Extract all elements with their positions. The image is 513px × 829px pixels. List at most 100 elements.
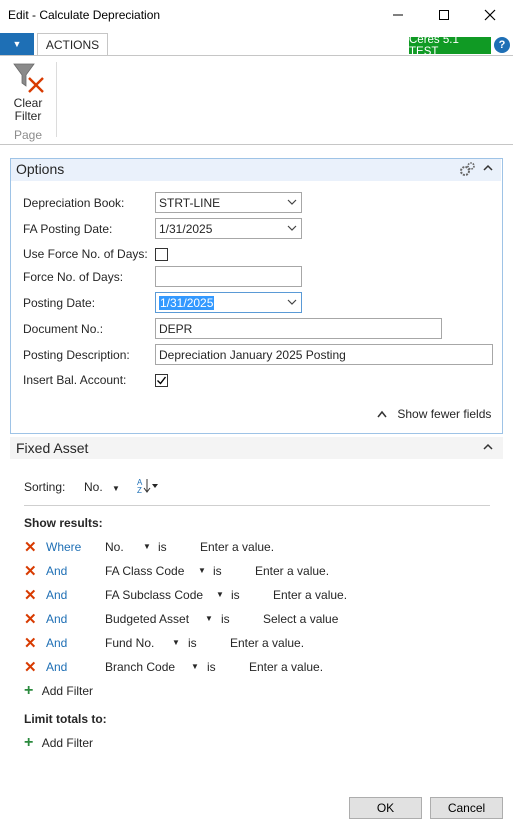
remove-filter-icon[interactable]: ✕ xyxy=(24,588,37,603)
chevron-down-icon xyxy=(287,197,297,210)
minimize-icon xyxy=(392,8,404,24)
collapse-options-icon[interactable] xyxy=(482,162,494,177)
filter-field[interactable]: Branch Code xyxy=(105,660,175,674)
sorting-label: Sorting: xyxy=(24,480,66,494)
clear-filter-label[interactable]: Clear Filter xyxy=(8,97,48,123)
posting-description-label: Posting Description: xyxy=(23,348,130,362)
fa-posting-date-label: FA Posting Date: xyxy=(23,222,113,236)
filter-operator: is xyxy=(158,540,167,554)
filter-conjunction: And xyxy=(46,588,68,602)
caret-down-icon: ▼ xyxy=(112,484,120,493)
chevron-down-icon xyxy=(287,223,297,236)
remove-filter-icon[interactable]: ✕ xyxy=(24,612,37,627)
environment-badge: Ceres 5.1 TEST xyxy=(409,34,491,58)
show-results-label: Show results: xyxy=(24,516,103,530)
filter-field[interactable]: Fund No. xyxy=(105,636,154,650)
show-fewer-fields-button[interactable]: Show fewer fields xyxy=(376,407,491,422)
filter-row: ✕ And Fund No. ▼ is Enter a value. xyxy=(24,636,494,652)
document-no-input[interactable]: DEPR xyxy=(155,318,442,339)
posting-date-label: Posting Date: xyxy=(23,296,96,310)
filter-conjunction: Where xyxy=(46,540,82,554)
ribbon-group-page: Page xyxy=(13,128,43,142)
close-button[interactable] xyxy=(467,0,513,32)
minimize-button[interactable] xyxy=(375,0,421,32)
add-filter-label: Add Filter xyxy=(41,684,94,698)
add-filter-button[interactable]: + Add Filter xyxy=(24,682,94,699)
window-title: Edit - Calculate Depreciation xyxy=(8,8,161,22)
remove-filter-icon[interactable]: ✕ xyxy=(24,564,37,579)
filter-field[interactable]: FA Subclass Code xyxy=(105,588,203,602)
chevron-down-icon xyxy=(287,297,297,310)
depreciation-book-value: STRT-LINE xyxy=(159,196,221,210)
fa-posting-date-value: 1/31/2025 xyxy=(159,222,213,236)
posting-date-field[interactable]: 1/31/2025 xyxy=(155,292,302,313)
chevron-up-icon xyxy=(376,408,388,422)
insert-bal-account-checkbox[interactable] xyxy=(155,374,168,387)
filter-row: ✕ And FA Class Code ▼ is Enter a value. xyxy=(24,564,494,580)
posting-date-value: 1/31/2025 xyxy=(159,296,215,310)
force-days-input[interactable] xyxy=(155,266,302,287)
filter-operator: is xyxy=(207,660,216,674)
ok-button[interactable]: OK xyxy=(349,797,422,819)
insert-bal-account-label: Insert Bal. Account: xyxy=(23,373,127,387)
caret-down-icon[interactable]: ▼ xyxy=(216,590,224,599)
filter-field[interactable]: No. xyxy=(105,540,124,554)
force-days-label: Force No. of Days: xyxy=(23,270,124,284)
maximize-button[interactable] xyxy=(421,0,467,32)
posting-description-input[interactable]: Depreciation January 2025 Posting xyxy=(155,344,493,365)
ribbon-separator xyxy=(56,62,57,137)
sorting-divider xyxy=(24,505,490,506)
sorting-value: No. xyxy=(84,480,103,494)
depreciation-book-select[interactable]: STRT-LINE xyxy=(155,192,302,213)
fa-posting-date-field[interactable]: 1/31/2025 xyxy=(155,218,302,239)
filter-field[interactable]: Budgeted Asset xyxy=(105,612,189,626)
filter-value[interactable]: Enter a value. xyxy=(200,540,274,554)
filter-value[interactable]: Enter a value. xyxy=(273,588,347,602)
caret-down-icon[interactable]: ▼ xyxy=(205,614,213,623)
filter-value[interactable]: Enter a value. xyxy=(249,660,323,674)
sort-az-icon: A Z xyxy=(136,478,158,498)
tab-actions[interactable]: ACTIONS xyxy=(37,33,108,56)
caret-down-icon[interactable]: ▼ xyxy=(172,638,180,647)
caret-down-icon[interactable]: ▼ xyxy=(198,566,206,575)
filter-row: ✕ And Branch Code ▼ is Enter a value. xyxy=(24,660,494,676)
add-filter-label: Add Filter xyxy=(41,736,94,750)
clear-filter-icon xyxy=(12,63,46,97)
filter-conjunction: And xyxy=(46,612,68,626)
document-no-label: Document No.: xyxy=(23,322,104,336)
filter-operator: is xyxy=(221,612,230,626)
filter-conjunction: And xyxy=(46,660,68,674)
use-force-days-checkbox[interactable] xyxy=(155,248,168,261)
filter-operator: is xyxy=(188,636,197,650)
remove-filter-icon[interactable]: ✕ xyxy=(24,636,37,651)
help-icon[interactable]: ? xyxy=(494,37,510,53)
filter-row: ✕ And Budgeted Asset ▼ is Select a value xyxy=(24,612,494,628)
add-totals-filter-button[interactable]: + Add Filter xyxy=(24,735,94,751)
app-menu-button[interactable]: ▼ xyxy=(0,33,34,55)
caret-down-icon[interactable]: ▼ xyxy=(143,542,151,551)
filter-field[interactable]: FA Class Code xyxy=(105,564,184,578)
clear-filter-text: Clear Filter xyxy=(13,96,43,123)
filter-value[interactable]: Enter a value. xyxy=(255,564,329,578)
fixed-asset-title: Fixed Asset xyxy=(16,440,89,456)
maximize-icon xyxy=(438,8,450,24)
collapse-fixed-asset-icon[interactable] xyxy=(482,441,494,456)
filter-operator: is xyxy=(213,564,222,578)
sort-order-button[interactable]: A Z xyxy=(136,477,158,498)
sorting-select[interactable]: No. ▼ xyxy=(84,480,120,494)
filter-operator: is xyxy=(231,588,240,602)
filter-row: ✕ Where No. ▼ is Enter a value. xyxy=(24,540,494,556)
options-title: Options xyxy=(16,161,65,177)
remove-filter-icon[interactable]: ✕ xyxy=(24,540,37,555)
caret-down-icon[interactable]: ▼ xyxy=(191,662,199,671)
chevron-down-icon: ▼ xyxy=(12,39,22,49)
filter-value[interactable]: Enter a value. xyxy=(230,636,304,650)
plus-icon: + xyxy=(24,682,34,699)
filter-value[interactable]: Select a value xyxy=(263,612,338,626)
cancel-button[interactable]: Cancel xyxy=(430,797,503,819)
customize-icon[interactable] xyxy=(458,161,476,181)
filter-conjunction: And xyxy=(46,636,68,650)
remove-filter-icon[interactable]: ✕ xyxy=(24,660,37,675)
clear-filter-button[interactable] xyxy=(12,62,46,94)
show-fewer-fields-label: Show fewer fields xyxy=(397,407,492,421)
